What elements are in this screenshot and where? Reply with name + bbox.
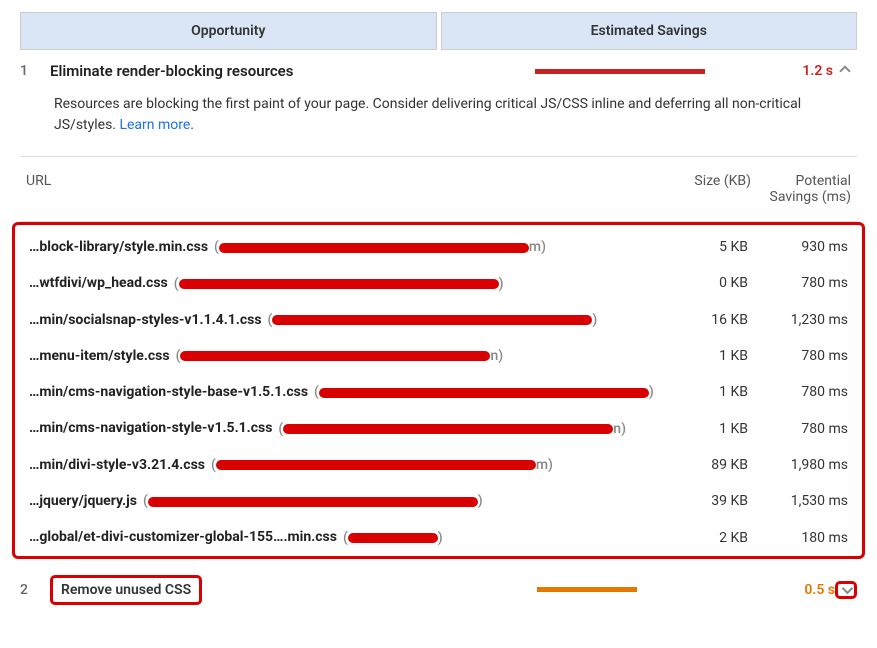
col-size-header: Size (KB): [661, 173, 751, 205]
opportunity-bar-wrap: [535, 69, 775, 74]
resource-path: …min/socialsnap-styles-v1.1.4.1.css: [29, 312, 262, 328]
opportunity-number: 2: [20, 582, 50, 598]
opportunity-row-1[interactable]: 1 Eliminate render-blocking resources 1.…: [0, 50, 877, 88]
resource-row: …min/socialsnap-styles-v1.1.4.1.css () 16 …: [15, 302, 862, 338]
opportunity-description: Resources are blocking the first paint o…: [0, 88, 877, 156]
resource-row: …min/divi-style-v3.21.4.css (m) 89 KB1,980…: [15, 447, 862, 483]
header-savings: Estimated Savings: [441, 12, 858, 50]
resource-savings: 1,530 ms: [748, 493, 848, 509]
opportunity-title: Remove unused CSS: [61, 582, 191, 598]
resource-url: …min/cms-navigation-style-base-v1.5.1.cs…: [29, 384, 658, 400]
resource-size: 1 KB: [658, 348, 748, 364]
resource-row: …min/cms-navigation-style-v1.5.1.css (n) 1…: [15, 410, 862, 446]
col-savings-header: Potential Savings (ms): [751, 173, 851, 205]
resource-path: …min/divi-style-v3.21.4.css: [29, 457, 205, 473]
redaction-mark: [319, 388, 649, 398]
resource-savings: 780 ms: [748, 384, 848, 400]
resource-origin-redacted: (n): [278, 421, 626, 437]
resource-savings: 930 ms: [748, 239, 848, 255]
resource-savings: 780 ms: [748, 275, 848, 291]
resource-savings: 1,980 ms: [748, 457, 848, 473]
opportunity-title: Eliminate render-blocking resources: [50, 62, 535, 80]
resource-size: 0 KB: [658, 275, 748, 291]
resource-row: …menu-item/style.css (n) 1 KB780 ms: [15, 338, 862, 374]
resource-row: …global/et-divi-customizer-global-155….m…: [15, 519, 862, 555]
col-url-header: URL: [26, 173, 661, 205]
resource-url: …menu-item/style.css (n): [29, 348, 658, 364]
resource-origin-redacted: (m): [214, 239, 546, 255]
redaction-mark: [216, 460, 536, 470]
resource-size: 1 KB: [658, 421, 748, 437]
chevron-up-icon: [839, 65, 850, 76]
resource-origin-redacted: (): [143, 493, 483, 509]
resource-savings: 780 ms: [748, 421, 848, 437]
remove-unused-css-highlighted: Remove unused CSS: [50, 575, 202, 605]
resource-origin-redacted: (): [268, 312, 598, 328]
resource-url: …min/divi-style-v3.21.4.css (m): [29, 457, 658, 473]
resource-path: …min/cms-navigation-style-base-v1.5.1.cs…: [29, 384, 308, 400]
chevron-down-icon: [842, 583, 853, 594]
resources-table: URL Size (KB) Potential Savings (ms): [20, 156, 857, 222]
redaction-mark: [219, 243, 529, 253]
resource-url: …min/socialsnap-styles-v1.1.4.1.css (): [29, 312, 658, 328]
resource-url: …global/et-divi-customizer-global-155….m…: [29, 529, 658, 545]
opportunity-time: 0.5 s: [785, 582, 835, 598]
resource-row: …jquery/jquery.js () 39 KB1,530 ms: [15, 483, 862, 519]
redaction-mark: [283, 424, 613, 434]
resource-path: …wtfdivi/wp_head.css: [29, 275, 168, 291]
redaction-mark: [272, 315, 592, 325]
resource-size: 2 KB: [658, 530, 748, 546]
opportunity-row-2[interactable]: 2 Remove unused CSS 0.5 s: [0, 567, 877, 617]
resource-savings: 780 ms: [748, 348, 848, 364]
resource-savings: 180 ms: [748, 530, 848, 546]
resource-size: 89 KB: [658, 457, 748, 473]
resource-path: …menu-item/style.css: [29, 348, 170, 364]
resource-origin-redacted: (): [343, 530, 443, 546]
opportunity-number: 1: [20, 63, 50, 79]
opportunity-bar-wrap: [537, 587, 777, 592]
redaction-mark: [180, 351, 490, 361]
opportunity-time: 1.2 s: [783, 63, 833, 79]
resource-size: 5 KB: [658, 239, 748, 255]
resource-path: …jquery/jquery.js: [29, 493, 137, 509]
resource-origin-redacted: (): [314, 384, 654, 400]
resource-size: 39 KB: [658, 493, 748, 509]
time-box-highlighted: [835, 581, 857, 599]
resource-url: …block-library/style.min.css (m): [29, 239, 658, 255]
collapse-toggle[interactable]: [833, 63, 857, 79]
resources-table-header: URL Size (KB) Potential Savings (ms): [20, 157, 857, 222]
redaction-mark: [348, 533, 438, 543]
resource-list-highlighted: …block-library/style.min.css (m) 5 KB930 m…: [12, 222, 865, 559]
resource-savings: 1,230 ms: [748, 312, 848, 328]
resource-origin-redacted: (): [174, 276, 504, 292]
table-header-row: Opportunity Estimated Savings: [20, 12, 857, 50]
resource-row: …wtfdivi/wp_head.css () 0 KB780 ms: [15, 265, 862, 301]
learn-more-link[interactable]: Learn more: [119, 117, 190, 133]
resource-url: …jquery/jquery.js (): [29, 493, 658, 509]
resource-origin-redacted: (m): [211, 457, 553, 473]
resource-path: …global/et-divi-customizer-global-155….m…: [29, 529, 337, 545]
resource-size: 16 KB: [658, 312, 748, 328]
opportunity-bar: [535, 69, 705, 74]
resource-origin-redacted: (n): [176, 348, 504, 364]
resource-path: …min/cms-navigation-style-v1.5.1.css: [29, 420, 272, 436]
opportunity-bar: [537, 587, 637, 592]
opportunity-title-wrap: Remove unused CSS: [50, 575, 537, 605]
description-suffix: .: [190, 117, 194, 133]
redaction-mark: [179, 279, 499, 289]
redaction-mark: [148, 497, 478, 507]
resource-path: …block-library/style.min.css: [29, 239, 208, 255]
resource-url: …min/cms-navigation-style-v1.5.1.css (n): [29, 420, 658, 436]
resource-row: …min/cms-navigation-style-base-v1.5.1.cs…: [15, 374, 862, 410]
resource-row: …block-library/style.min.css (m) 5 KB930 m…: [15, 229, 862, 265]
resource-size: 1 KB: [658, 384, 748, 400]
header-opportunity: Opportunity: [20, 12, 437, 50]
resource-url: …wtfdivi/wp_head.css (): [29, 275, 658, 291]
